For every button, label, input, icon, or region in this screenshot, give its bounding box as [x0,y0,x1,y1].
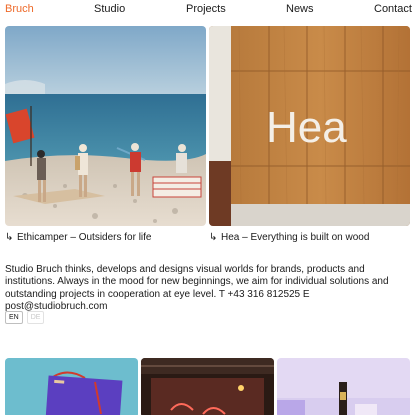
arrow-return-icon: ↳ [5,232,14,243]
project-title: Ethicamper – Outsiders for life [17,232,152,243]
hea-wood-image: Hea [209,26,410,226]
language-switcher: EN DE [5,311,45,324]
language-de-button[interactable]: DE [26,311,45,324]
nav-link-news[interactable]: News [286,0,314,18]
project-caption-ethicamper[interactable]: ↳ Ethicamper – Outsiders for life [5,231,152,244]
nav-link-contact[interactable]: Contact [374,0,412,18]
bottle-product-image [277,358,410,415]
brand-logo-link[interactable]: Bruch [5,0,34,18]
nav-link-projects[interactable]: Projects [186,0,226,18]
shopping-bag-image [5,358,138,415]
interior-neon-image [141,358,274,415]
project-card-bottle[interactable] [277,358,410,415]
project-card-bag[interactable] [5,358,138,415]
project-card-hea[interactable]: Hea [209,26,410,226]
arrow-return-icon: ↳ [209,232,218,243]
ethicamper-beach-image [5,26,206,226]
hea-wordmark: Hea [266,103,347,152]
nav-link-studio[interactable]: Studio [94,0,125,18]
project-card-ethicamper[interactable] [5,26,206,226]
studio-intro-text: Studio Bruch thinks, develops and design… [5,264,389,313]
project-caption-hea[interactable]: ↳ Hea – Everything is built on wood [209,231,369,244]
project-card-interior[interactable] [141,358,274,415]
page: Bruch Studio Projects News Contact Hea ↳… [0,0,415,415]
language-en-button[interactable]: EN [5,311,23,324]
project-title: Hea – Everything is built on wood [221,232,370,243]
top-navigation: Bruch Studio Projects News Contact [0,0,415,20]
